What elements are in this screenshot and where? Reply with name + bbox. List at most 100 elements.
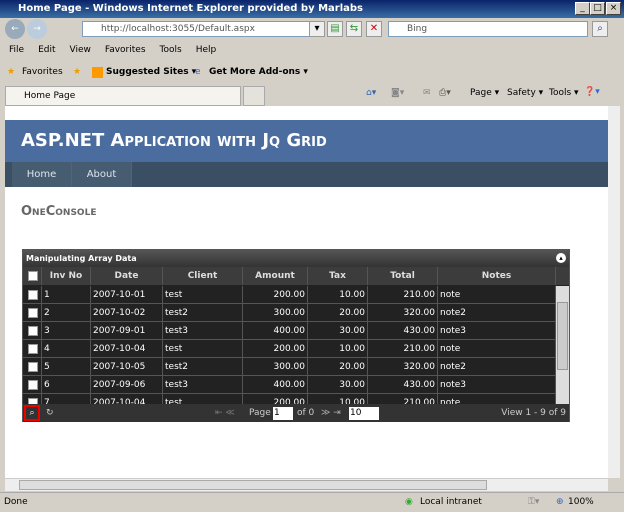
- grid-scrollbar[interactable]: [556, 286, 569, 404]
- minimize-button[interactable]: _: [575, 2, 590, 15]
- table-cell: 200.00: [243, 286, 308, 304]
- table-cell: 2007-10-05: [91, 358, 163, 376]
- table-cell: 20.00: [308, 358, 368, 376]
- menu-favorites[interactable]: Favorites: [105, 42, 146, 58]
- maximize-button[interactable]: □: [590, 2, 605, 15]
- checkbox[interactable]: [28, 326, 38, 336]
- search-icon[interactable]: ⌕: [592, 21, 608, 37]
- row-checkbox-cell[interactable]: [23, 286, 42, 304]
- mail-icon[interactable]: ✉: [423, 88, 431, 98]
- menu-edit[interactable]: Edit: [38, 42, 55, 58]
- zoom-icon[interactable]: ⊕: [556, 493, 564, 512]
- rows-per-page-select[interactable]: 10: [349, 407, 379, 420]
- scroll-thumb[interactable]: [557, 302, 568, 370]
- table-row[interactable]: 5 2007-10-05 test2 300.00 20.00 320.00 note2: [23, 358, 556, 376]
- checkbox[interactable]: [28, 344, 38, 354]
- checkbox[interactable]: [28, 380, 38, 390]
- grid-header: Inv No Date Client Amount Tax Total Notes: [23, 267, 569, 285]
- menu-file[interactable]: File: [9, 42, 24, 58]
- table-row[interactable]: 4 2007-10-04 test 200.00 10.00 210.00 note: [23, 340, 556, 358]
- print-icon[interactable]: ⎙▾: [439, 88, 451, 98]
- forward-icon[interactable]: →: [27, 19, 47, 39]
- page-hscroll[interactable]: [5, 478, 608, 491]
- nav-home[interactable]: Home: [12, 162, 72, 187]
- row-checkbox-cell[interactable]: [23, 304, 42, 322]
- address-bar[interactable]: http://localhost:3055/Default.aspx: [82, 21, 322, 37]
- add-favorite-icon[interactable]: ★: [73, 62, 81, 82]
- table-row[interactable]: 1 2007-10-01 test 200.00 10.00 210.00 note: [23, 286, 556, 304]
- checkbox[interactable]: [28, 308, 38, 318]
- nav-about[interactable]: About: [72, 162, 132, 187]
- row-checkbox-cell[interactable]: [23, 376, 42, 394]
- column-header[interactable]: Tax: [308, 267, 368, 285]
- search-grid-icon[interactable]: ⌕: [24, 405, 40, 421]
- table-cell: 200.00: [243, 340, 308, 358]
- search-input[interactable]: Bing: [388, 21, 588, 37]
- page-input[interactable]: 1: [273, 407, 293, 420]
- column-header[interactable]: Amount: [243, 267, 308, 285]
- checkbox[interactable]: [28, 271, 38, 281]
- feeds-icon[interactable]: ◙▾: [391, 88, 404, 98]
- favorites-button[interactable]: Favorites: [22, 62, 63, 82]
- menu-bar: File Edit View Favorites Tools Help: [0, 42, 624, 58]
- table-row[interactable]: 2 2007-10-02 test2 300.00 20.00 320.00 note2: [23, 304, 556, 322]
- close-button[interactable]: ×: [606, 2, 621, 15]
- menu-tools[interactable]: Tools: [160, 42, 182, 58]
- row-checkbox-cell[interactable]: [23, 394, 42, 404]
- table-cell: test3: [163, 376, 243, 394]
- tools-menu[interactable]: Tools ▾: [549, 88, 579, 98]
- table-cell: 320.00: [368, 358, 438, 376]
- first-prev-icon[interactable]: ⇤ ≪: [215, 404, 235, 422]
- get-addons[interactable]: Get More Add-ons ▾: [209, 62, 308, 82]
- jqgrid: Manipulating Array Data ▴ Inv No Date Clie…: [22, 249, 570, 422]
- select-all-checkbox[interactable]: [23, 267, 42, 285]
- tab-home-page[interactable]: Home Page: [5, 86, 241, 106]
- menu-view[interactable]: View: [70, 42, 91, 58]
- grid-pager: ⌕ ↻ ⇤ ≪ Page 1 of 0 ≫ ⇥ 10 View 1 - 9 of…: [23, 404, 569, 422]
- column-header[interactable]: Date: [91, 267, 163, 285]
- address-dropdown[interactable]: ▾: [309, 21, 325, 37]
- table-cell: note2: [438, 358, 556, 376]
- help-icon[interactable]: ❓▾: [584, 87, 600, 97]
- table-cell: 2007-10-04: [91, 340, 163, 358]
- home-icon[interactable]: ⌂▾: [366, 88, 376, 98]
- table-cell: 3: [42, 322, 91, 340]
- table-cell: 2007-09-01: [91, 322, 163, 340]
- page-vscroll[interactable]: [608, 106, 620, 478]
- title-bar: Home Page - Windows Internet Explorer pr…: [0, 0, 624, 18]
- table-cell: 5: [42, 358, 91, 376]
- checkbox[interactable]: [28, 290, 38, 300]
- protected-mode-icon[interactable]: ⚿▾: [528, 493, 539, 512]
- safety-menu[interactable]: Safety ▾: [507, 88, 543, 98]
- row-checkbox-cell[interactable]: [23, 322, 42, 340]
- column-header[interactable]: Total: [368, 267, 438, 285]
- table-cell: 1: [42, 286, 91, 304]
- refresh-grid-icon[interactable]: ↻: [46, 404, 54, 422]
- next-last-icon[interactable]: ≫ ⇥: [321, 404, 341, 422]
- stop-icon[interactable]: ✕: [366, 21, 382, 37]
- back-icon[interactable]: ←: [5, 19, 25, 39]
- table-cell: note3: [438, 322, 556, 340]
- status-text: Done: [4, 497, 28, 507]
- intranet-icon: ◉: [405, 497, 413, 507]
- column-header[interactable]: Client: [163, 267, 243, 285]
- new-tab-button[interactable]: [243, 86, 265, 106]
- collapse-icon[interactable]: ▴: [556, 253, 566, 263]
- compatibility-icon[interactable]: ▤: [327, 21, 343, 37]
- table-row[interactable]: 3 2007-09-01 test3 400.00 30.00 430.00 note3: [23, 322, 556, 340]
- page-menu[interactable]: Page ▾: [470, 88, 499, 98]
- menu-help[interactable]: Help: [196, 42, 217, 58]
- page-heading: OneConsole: [21, 204, 97, 219]
- column-header[interactable]: Inv No: [42, 267, 91, 285]
- suggested-sites[interactable]: Suggested Sites ▾: [106, 62, 196, 82]
- column-header[interactable]: Notes: [438, 267, 556, 285]
- refresh-icon[interactable]: ⇆: [346, 21, 362, 37]
- row-checkbox-cell[interactable]: [23, 340, 42, 358]
- site-header: ASP.NET Application with Jq Grid: [5, 120, 608, 162]
- table-cell: note2: [438, 304, 556, 322]
- table-row[interactable]: 6 2007-09-06 test3 400.00 30.00 430.00 note3: [23, 376, 556, 394]
- checkbox[interactable]: [28, 362, 38, 372]
- row-checkbox-cell[interactable]: [23, 358, 42, 376]
- zoom-level[interactable]: 100%: [568, 493, 594, 512]
- table-row[interactable]: 7 2007-10-04 test 200.00 10.00 210.00 note: [23, 394, 556, 404]
